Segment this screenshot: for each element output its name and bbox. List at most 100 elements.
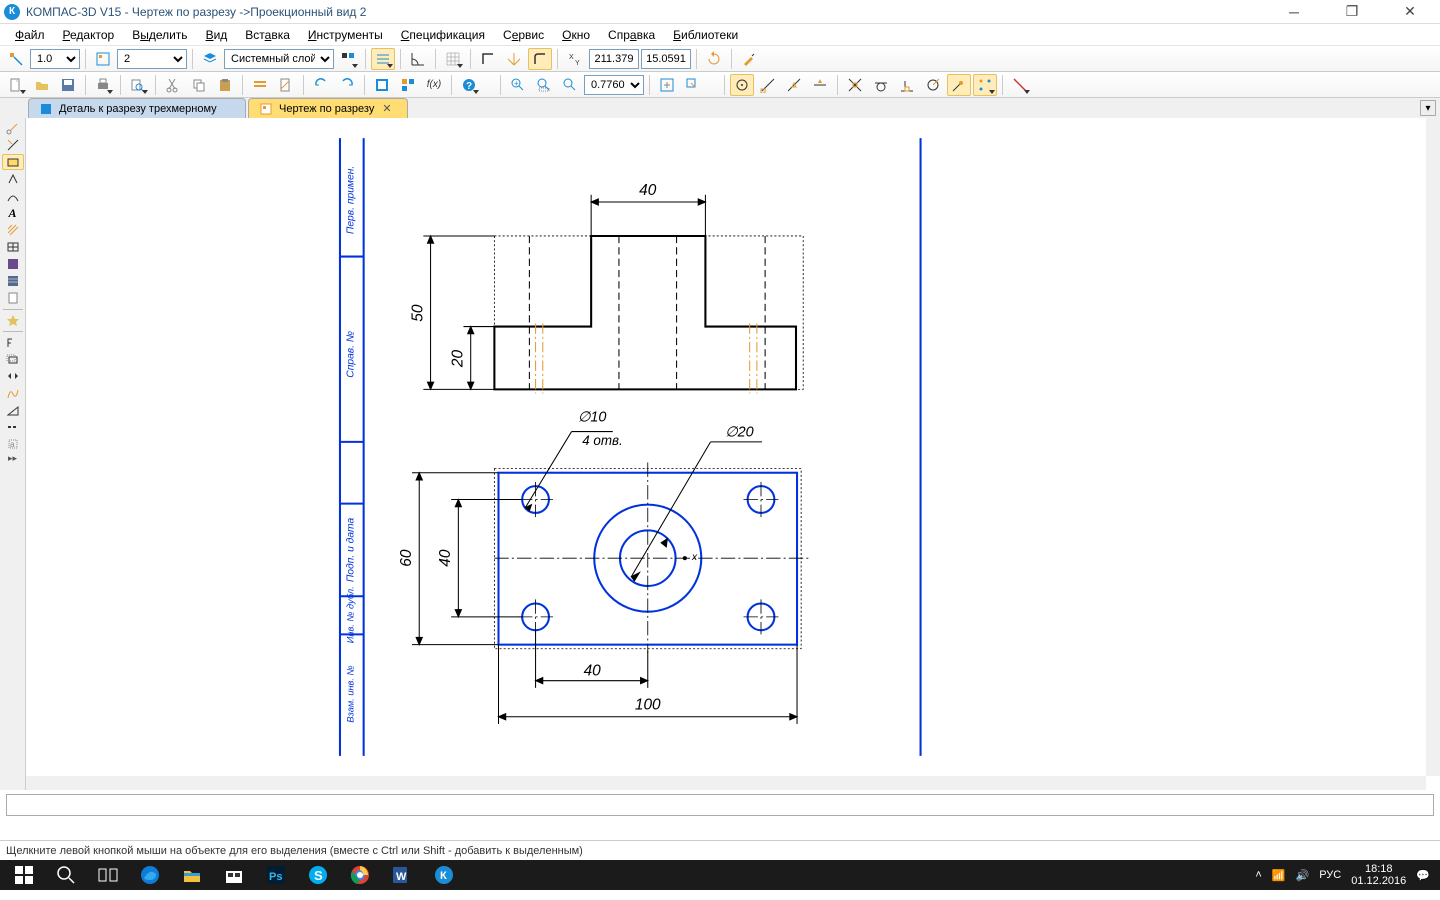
- snap-grid-icon[interactable]: [973, 74, 997, 96]
- zoom-combo[interactable]: 0.7760: [584, 75, 644, 95]
- refresh-icon[interactable]: [702, 48, 726, 70]
- geom-spec-icon[interactable]: [2, 273, 24, 289]
- snap-off-icon[interactable]: [1008, 74, 1032, 96]
- toolbar-expand[interactable]: ▸▸: [2, 453, 24, 466]
- scale-icon[interactable]: [91, 48, 115, 70]
- view-number-combo[interactable]: 2: [117, 49, 187, 69]
- horizontal-scrollbar[interactable]: [26, 776, 1426, 790]
- new-doc-icon[interactable]: [4, 74, 28, 96]
- snap-perpendicular-icon[interactable]: [895, 74, 919, 96]
- curve-icon[interactable]: [2, 385, 24, 401]
- chrome-icon[interactable]: [340, 861, 380, 889]
- start-button[interactable]: [4, 861, 44, 889]
- layer-state-dropdown[interactable]: [336, 48, 360, 70]
- properties-icon[interactable]: [248, 74, 272, 96]
- rounding-icon[interactable]: [528, 48, 552, 70]
- geom-line-icon[interactable]: [2, 137, 24, 153]
- minimize-button[interactable]: ─: [1274, 1, 1314, 23]
- menu-help[interactable]: Справка: [599, 26, 664, 44]
- menu-spec[interactable]: Спецификация: [392, 26, 494, 44]
- task-view-icon[interactable]: [88, 861, 128, 889]
- maximize-button[interactable]: ❐: [1332, 1, 1372, 23]
- tray-chevron-icon[interactable]: ˄: [1255, 869, 1261, 881]
- redo-icon[interactable]: [335, 74, 359, 96]
- menu-libraries[interactable]: Библиотеки: [664, 26, 747, 44]
- zoom-in-icon[interactable]: +: [506, 74, 530, 96]
- local-cs-icon[interactable]: [502, 48, 526, 70]
- menu-select[interactable]: Выделить: [123, 26, 196, 44]
- save-icon[interactable]: [56, 74, 80, 96]
- menu-window[interactable]: Окно: [553, 26, 599, 44]
- kompas-icon[interactable]: К: [424, 861, 464, 889]
- geom-report-icon[interactable]: [2, 290, 24, 306]
- close-button[interactable]: ✕: [1390, 1, 1430, 23]
- binding-icon[interactable]: [4, 48, 28, 70]
- store-icon[interactable]: [214, 861, 254, 889]
- vertical-scrollbar[interactable]: [1426, 118, 1440, 776]
- copy-props-icon[interactable]: [274, 74, 298, 96]
- search-icon[interactable]: [46, 861, 86, 889]
- geom-text-icon[interactable]: A: [2, 205, 24, 221]
- tray-lang[interactable]: РУС: [1319, 869, 1341, 881]
- geom-point-icon[interactable]: [2, 120, 24, 136]
- tray-wifi-icon[interactable]: 📶: [1272, 869, 1286, 882]
- coord-x-input[interactable]: [589, 49, 639, 69]
- menu-service[interactable]: Сервис: [494, 26, 553, 44]
- geom-table-icon[interactable]: [2, 239, 24, 255]
- angle-dim-icon[interactable]: [406, 48, 430, 70]
- menu-view[interactable]: Вид: [197, 26, 237, 44]
- cut-icon[interactable]: [161, 74, 185, 96]
- snap-nearest-icon[interactable]: [921, 74, 945, 96]
- measure-icon[interactable]: [2, 334, 24, 350]
- paste-icon[interactable]: [213, 74, 237, 96]
- snap-endpoint-icon[interactable]: [756, 74, 780, 96]
- snap-tangent-icon[interactable]: [869, 74, 893, 96]
- ortho-icon[interactable]: [476, 48, 500, 70]
- pan-icon[interactable]: [655, 74, 679, 96]
- snap-intersection-icon[interactable]: [843, 74, 867, 96]
- tab-document-2[interactable]: Чертеж по разрезу ✕: [248, 98, 408, 118]
- zoom-prev-icon[interactable]: [681, 74, 705, 96]
- zoom-fit-icon[interactable]: [558, 74, 582, 96]
- tab-dropdown[interactable]: ▾: [1420, 100, 1436, 116]
- manager-icon[interactable]: [370, 74, 394, 96]
- help-icon[interactable]: ?: [457, 74, 481, 96]
- menu-insert[interactable]: Вставка: [236, 26, 299, 44]
- coord-y-input[interactable]: [641, 49, 691, 69]
- drawing-canvas[interactable]: Перв. примен. Справ. № Подп. и дата Инв.…: [26, 118, 1426, 776]
- dash-icon[interactable]: [2, 419, 24, 435]
- offset-icon[interactable]: [2, 351, 24, 367]
- triangle-icon[interactable]: [2, 402, 24, 418]
- menu-tools[interactable]: Инструменты: [299, 26, 392, 44]
- geom-arc-icon[interactable]: [2, 171, 24, 187]
- xy-icon[interactable]: XY: [563, 48, 587, 70]
- photoshop-icon[interactable]: Ps: [256, 861, 296, 889]
- snap-toggle-icon[interactable]: [730, 74, 754, 96]
- geom-circle-icon[interactable]: [2, 188, 24, 204]
- explorer-icon[interactable]: [172, 861, 212, 889]
- edge-icon[interactable]: [130, 861, 170, 889]
- tray-volume-icon[interactable]: 🔊: [1296, 869, 1310, 882]
- tree-icon[interactable]: [396, 74, 420, 96]
- geom-rect-icon[interactable]: [2, 154, 24, 170]
- preview-icon[interactable]: [126, 74, 150, 96]
- geom-hatch-icon[interactable]: [2, 222, 24, 238]
- tray-notifications-icon[interactable]: 💬: [1416, 869, 1430, 882]
- snap-point-icon[interactable]: [947, 74, 971, 96]
- layer-combo[interactable]: Системный слой (0): [224, 49, 334, 69]
- word-icon[interactable]: W: [382, 861, 422, 889]
- tray-clock[interactable]: 18:18 01.12.2016: [1351, 863, 1406, 887]
- param-icon[interactable]: a: [2, 436, 24, 452]
- skype-icon[interactable]: S: [298, 861, 338, 889]
- print-icon[interactable]: [91, 74, 115, 96]
- layers-icon[interactable]: [198, 48, 222, 70]
- menu-file[interactable]: Файл: [6, 26, 54, 44]
- line-style-button[interactable]: [371, 48, 395, 70]
- tab-close-icon[interactable]: ✕: [380, 102, 393, 115]
- copy-icon[interactable]: [187, 74, 211, 96]
- menu-edit[interactable]: Редактор: [54, 26, 124, 44]
- variables-icon[interactable]: f(x): [422, 74, 446, 96]
- zoom-window-icon[interactable]: [532, 74, 556, 96]
- tab-document-1[interactable]: Деталь к разрезу трехмерному: [28, 98, 246, 118]
- break-icon[interactable]: [2, 368, 24, 384]
